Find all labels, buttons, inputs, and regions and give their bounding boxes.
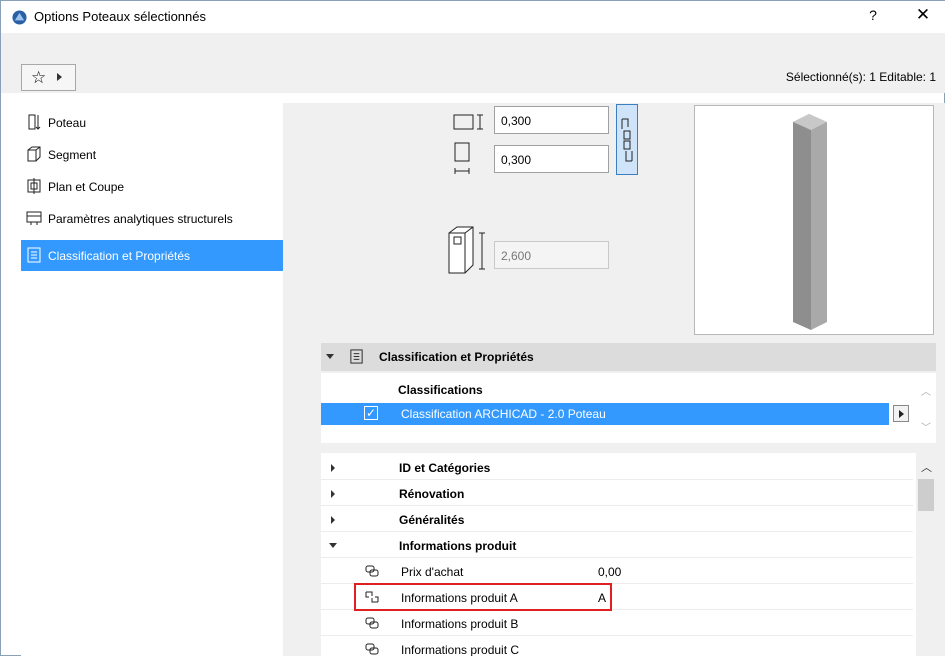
panel-label: Segment [48, 148, 97, 162]
property-group-generalites[interactable]: Généralités [321, 507, 913, 532]
help-button[interactable]: ? [865, 7, 881, 23]
depth-dimension-icon [454, 142, 470, 174]
property-name: Informations produit B [401, 617, 519, 631]
panel-item-classification[interactable]: Classification et Propriétés [21, 240, 283, 271]
archicad-logo-icon [12, 10, 27, 25]
title-bar: Options Poteaux sélectionnés ? ✕ [1, 1, 945, 33]
expand-icon [331, 464, 335, 472]
collapse-icon [326, 354, 334, 359]
panel-item-poteau[interactable]: Poteau [21, 107, 283, 138]
splitter[interactable] [283, 103, 321, 656]
property-group-id-categories[interactable]: ID et Catégories [321, 455, 913, 480]
classification-icon [350, 349, 363, 364]
property-group-renovation[interactable]: Rénovation [321, 481, 913, 506]
panel-item-plan-coupe[interactable]: Plan et Coupe [21, 171, 283, 202]
section-header-classification[interactable]: Classification et Propriétés [321, 343, 936, 371]
depth-field[interactable]: 0,300 [494, 145, 609, 173]
star-icon: ☆ [31, 68, 47, 87]
group-label: Informations produit [399, 539, 517, 553]
segment-icon [27, 146, 41, 162]
column-3d-preview-image [793, 114, 827, 330]
panel-label: Plan et Coupe [48, 180, 125, 194]
width-dimension-icon [453, 114, 483, 130]
scrollbar-thumb[interactable] [918, 479, 934, 511]
window-title: Options Poteaux sélectionnés [34, 9, 206, 24]
toolbar: ☆ [1, 33, 945, 93]
panel-label: Poteau [48, 116, 87, 130]
scroll-up-icon[interactable]: ︿ [921, 459, 932, 475]
collapse-icon [329, 543, 337, 548]
expand-icon [331, 516, 335, 524]
property-name: Prix d'achat [401, 565, 464, 579]
property-row-informations-produit-b[interactable]: Informations produit B [321, 611, 913, 636]
linked-property-icon [365, 617, 379, 629]
panel-label: Classification et Propriétés [48, 249, 191, 263]
section-title: Classification et Propriétés [379, 350, 534, 364]
height-field: 2,600 [494, 241, 609, 269]
classification-icon [27, 247, 41, 263]
scroll-up-icon[interactable]: ︿ [921, 383, 931, 398]
classification-label: Classification ARCHICAD - 2.0 Poteau [401, 407, 606, 421]
classifications-header: Classifications [398, 383, 483, 397]
chain-icon [621, 118, 633, 162]
link-dimensions-button[interactable] [616, 104, 638, 175]
panel-item-structural-analytics[interactable]: Paramètres analytiques structurels [21, 203, 283, 234]
width-field[interactable]: 0,300 [494, 106, 609, 134]
linked-property-icon [365, 643, 379, 655]
property-row-informations-produit-c[interactable]: Informations produit C [321, 637, 913, 656]
property-group-informations-produit[interactable]: Informations produit [321, 533, 913, 558]
properties-list: ID et Catégories Rénovation Généralités … [321, 453, 936, 656]
classifications-list: Classifications ✓ Classification ARCHICA… [321, 373, 936, 443]
classification-row[interactable]: ✓ Classification ARCHICAD - 2.0 Poteau [321, 403, 909, 425]
classification-checkbox[interactable]: ✓ [364, 406, 378, 420]
arrow-right-icon [899, 410, 904, 418]
column-icon [28, 114, 41, 130]
classification-picker-button[interactable] [893, 405, 909, 422]
favorites-button[interactable]: ☆ [21, 64, 76, 91]
panel-label: Paramètres analytiques structurels [48, 212, 233, 226]
linked-property-icon [365, 565, 379, 577]
expand-icon [331, 490, 335, 498]
selection-info: Sélectionné(s): 1 Editable: 1 [785, 70, 936, 84]
panel-list: Poteau Segment Plan et Coupe Paramètres … [21, 103, 283, 656]
highlight-annotation [354, 583, 612, 611]
options-dialog: Options Poteaux sélectionnés ? ✕ ☆ Sélec… [0, 0, 945, 656]
column-preview [694, 105, 934, 335]
property-name: Informations produit C [401, 643, 520, 656]
group-label: Rénovation [399, 487, 465, 501]
close-button[interactable]: ✕ [913, 5, 933, 25]
group-label: Généralités [399, 513, 465, 527]
property-row-prix-achat[interactable]: Prix d'achat 0,00 [321, 559, 913, 584]
property-value[interactable]: 0,00 [598, 565, 621, 579]
scroll-down-icon[interactable]: ﹀ [921, 419, 931, 434]
plan-section-icon [27, 178, 41, 194]
height-dimension-icon [448, 226, 485, 274]
structural-analytics-icon [26, 211, 42, 225]
panel-item-segment[interactable]: Segment [21, 139, 283, 170]
group-label: ID et Catégories [399, 461, 491, 475]
dropdown-arrow-icon [57, 73, 62, 81]
properties-scrollbar[interactable]: ︿ [916, 453, 936, 656]
